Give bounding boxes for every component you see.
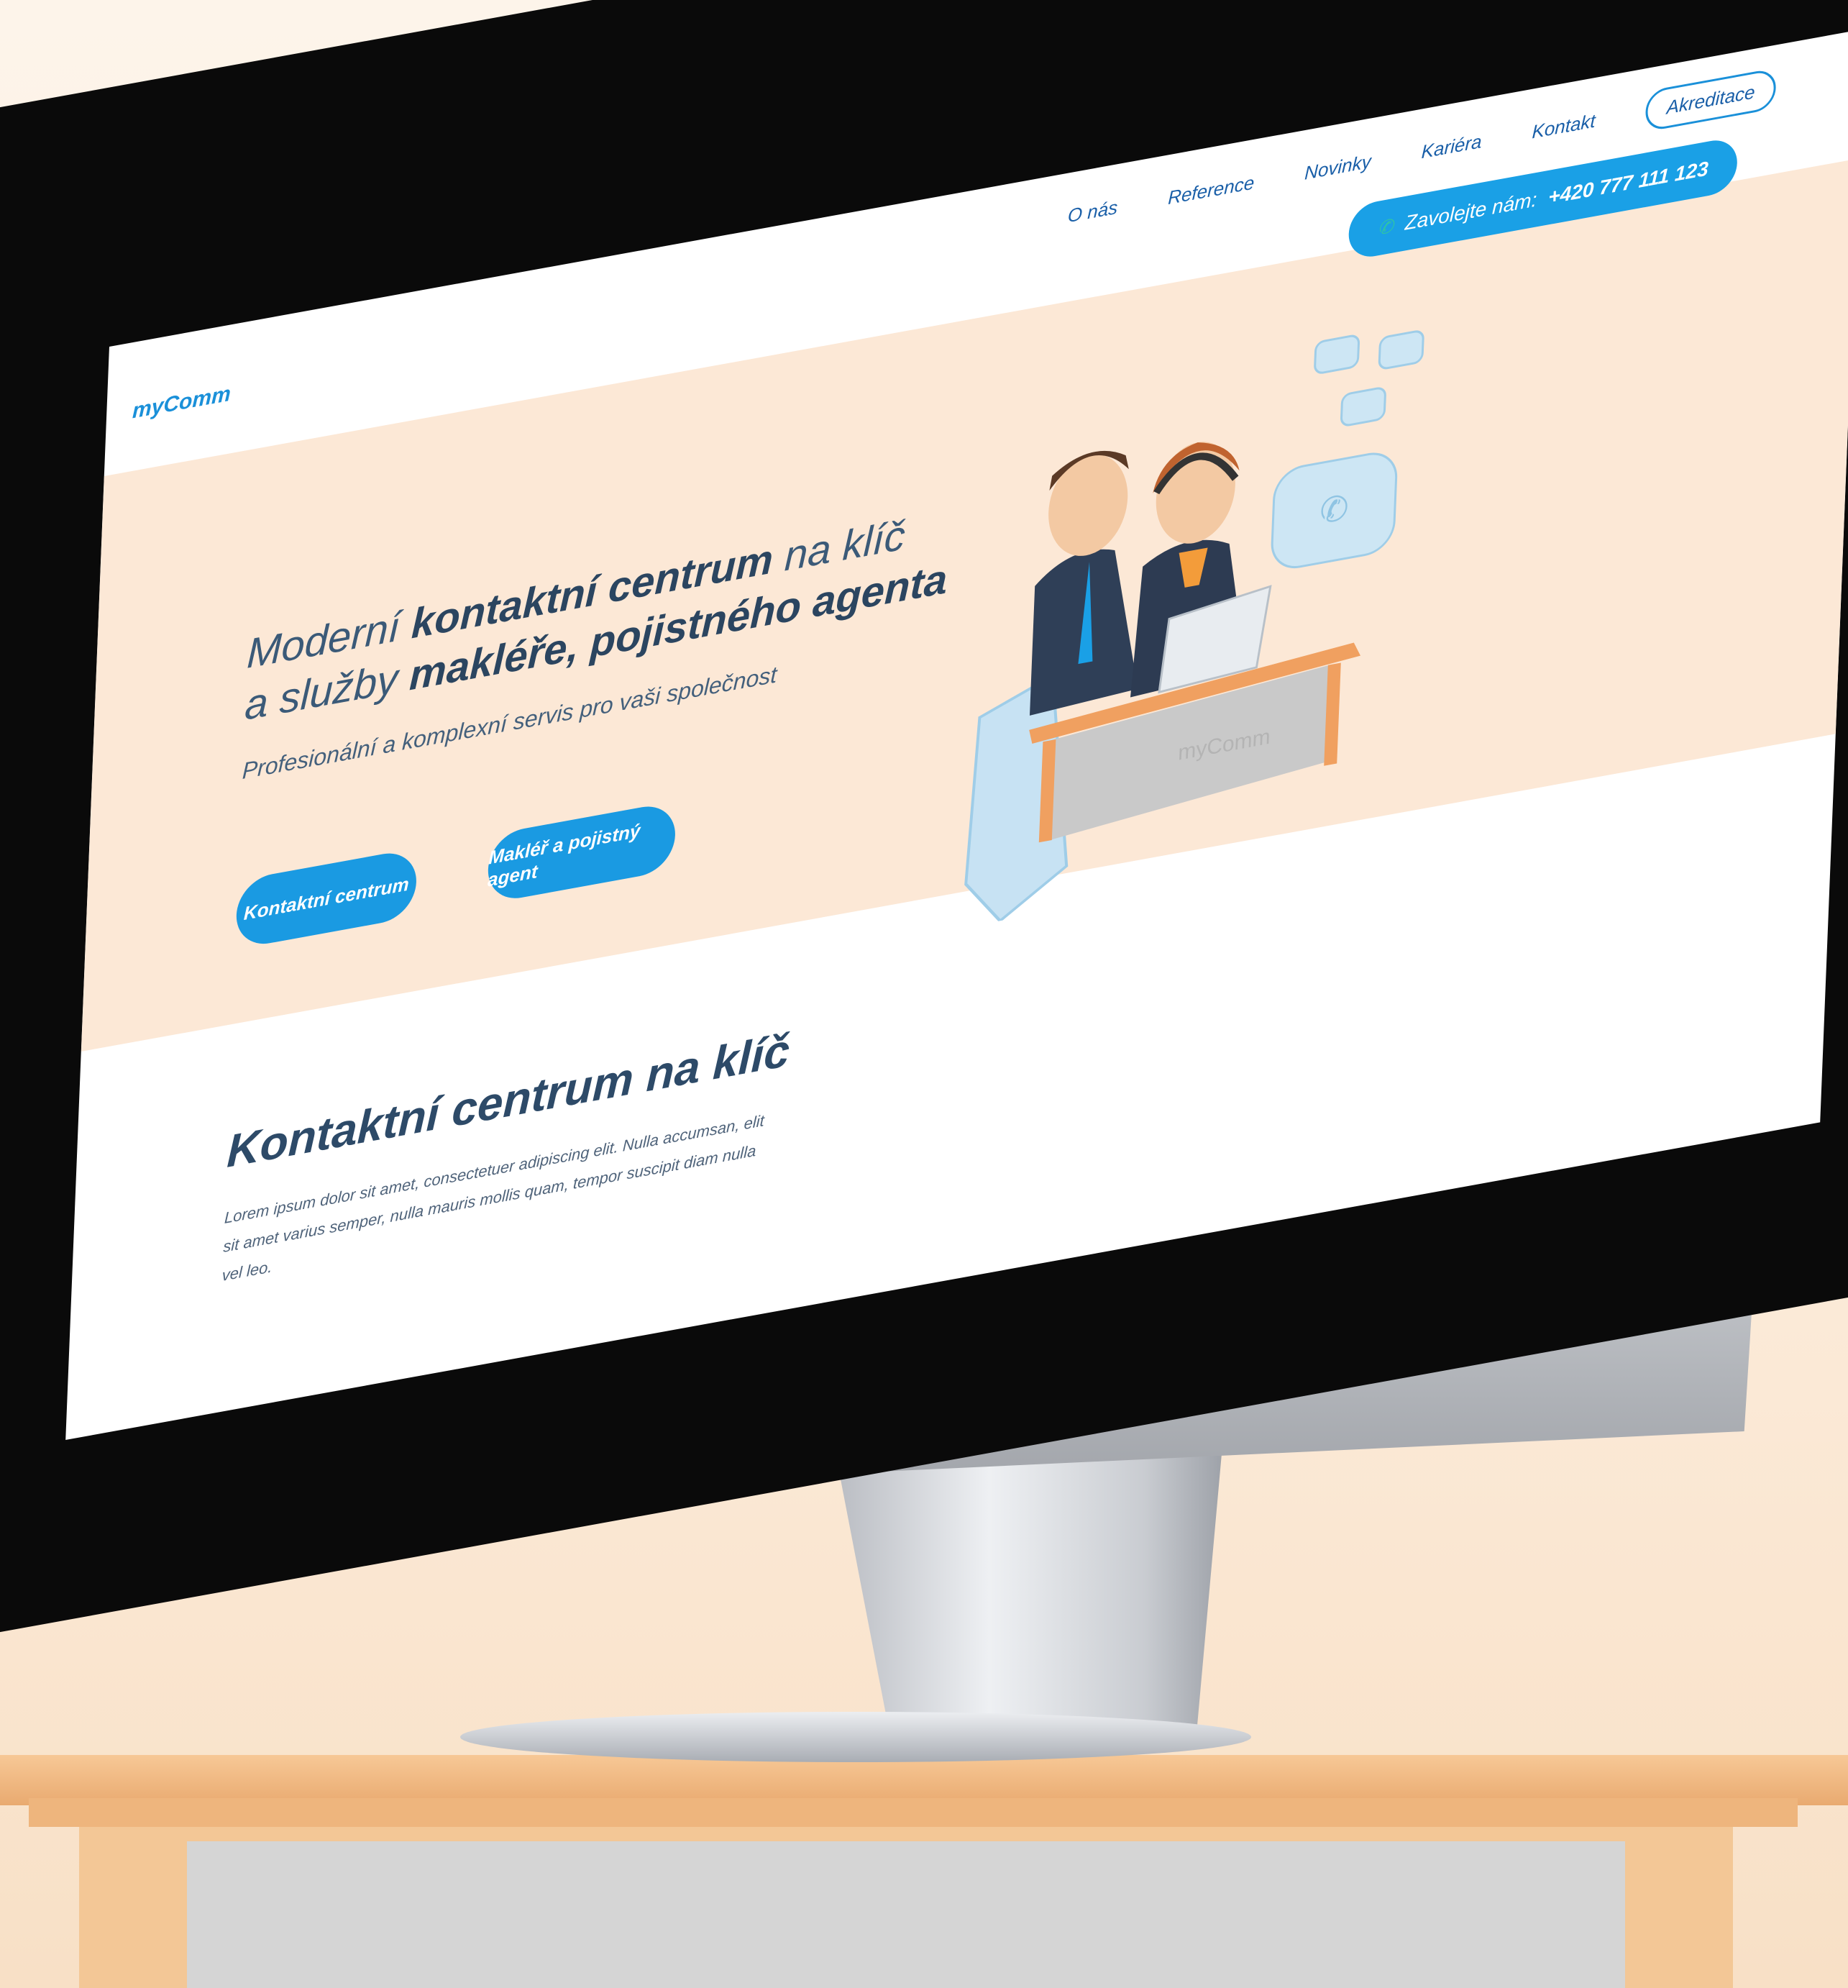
- nav-item-novinky[interactable]: Novinky: [1304, 150, 1372, 185]
- phone-icon: ✆: [1377, 214, 1394, 240]
- nav-item-o-nas[interactable]: O nás: [1067, 196, 1118, 228]
- site-logo[interactable]: myComm: [132, 382, 231, 424]
- nav-item-kariera[interactable]: Kariéra: [1421, 130, 1482, 163]
- speech-bubble-icon: [1271, 330, 1424, 569]
- monitor-stand: [834, 1446, 1222, 1748]
- phone-icon: ✆: [1319, 488, 1349, 532]
- call-us-label: Zavolejte nám:: [1404, 188, 1537, 234]
- nav-item-reference[interactable]: Reference: [1168, 171, 1255, 209]
- desk-lip: [29, 1798, 1798, 1827]
- monitor-stand-base: [460, 1712, 1251, 1762]
- desk-panel: [187, 1841, 1625, 1988]
- man-figure: [1030, 450, 1138, 716]
- nav-item-kontakt[interactable]: Kontakt: [1532, 109, 1596, 143]
- accreditation-button[interactable]: Akreditace: [1645, 68, 1777, 132]
